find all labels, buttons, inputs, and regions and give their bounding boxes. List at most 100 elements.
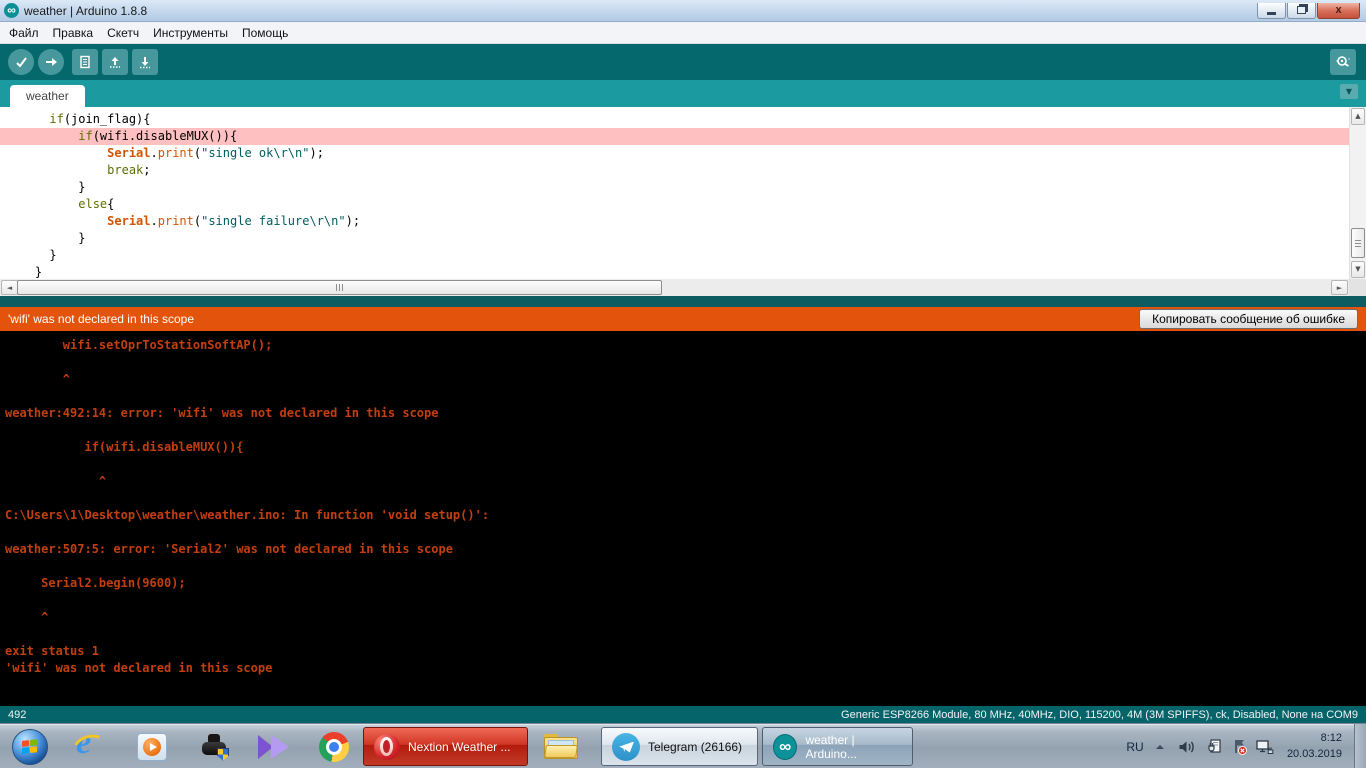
arduino-app-icon: ∞	[4, 3, 19, 18]
tab-weather[interactable]: weather	[10, 85, 85, 107]
minimize-button[interactable]	[1257, 2, 1286, 19]
restore-button[interactable]	[1287, 2, 1316, 19]
media-player-icon	[137, 732, 167, 761]
new-sketch-button[interactable]	[72, 49, 98, 75]
copy-error-button[interactable]: Копировать сообщение об ошибке	[1139, 309, 1358, 329]
tab-list-dropdown-button[interactable]: ▼	[1340, 84, 1358, 99]
taskbar-button-label: Nextion Weather ...	[408, 739, 511, 754]
code-editor[interactable]: if(join_flag){ if(wifi.disableMUX()){ Se…	[0, 107, 1366, 279]
menu-tools[interactable]: Инструменты	[146, 24, 235, 42]
flag-error-icon	[1235, 739, 1247, 755]
uac-shield-icon	[217, 747, 229, 761]
taskbar-kmplayer[interactable]	[255, 724, 293, 768]
verify-button[interactable]	[8, 49, 34, 75]
compiler-console: wifi.setOprToStationSoftAP(); ^ weather:…	[0, 331, 1366, 706]
code-lines: if(join_flag){ if(wifi.disableMUX()){ Se…	[0, 111, 1349, 281]
new-document-icon	[80, 55, 90, 69]
scroll-right-arrow[interactable]: ►	[1331, 280, 1348, 295]
clock-date: 20.03.2019	[1286, 748, 1342, 760]
v-scroll-thumb[interactable]	[1351, 228, 1365, 258]
scroll-left-arrow[interactable]: ◄	[1, 280, 18, 295]
code-line: break;	[107, 163, 151, 177]
code-line-error-highlight: if(wifi.disableMUX()){	[0, 128, 1349, 145]
menu-edit[interactable]: Правка	[46, 24, 101, 42]
speaker-icon	[1179, 741, 1194, 752]
tray-clock[interactable]: 8:12 20.03.2019	[1287, 730, 1342, 762]
taskbar-media-player[interactable]	[134, 724, 170, 768]
toolbar	[0, 44, 1366, 80]
scrollbar-corner	[1349, 279, 1366, 296]
menu-help[interactable]: Помощь	[235, 24, 295, 42]
paper-plane-icon	[619, 741, 634, 753]
serial-monitor-button[interactable]	[1330, 49, 1356, 75]
scroll-down-arrow[interactable]: ▼	[1351, 261, 1365, 278]
play-icon	[149, 742, 157, 751]
windows-orb-icon	[12, 728, 48, 765]
status-bar: 492 Generic ESP8266 Module, 80 MHz, 40MH…	[0, 706, 1366, 723]
taskbar-explorer[interactable]	[540, 724, 582, 768]
scroll-up-arrow[interactable]: ▲	[1351, 108, 1365, 125]
language-indicator[interactable]: RU	[1122, 724, 1148, 768]
hidden-icons-button[interactable]	[1150, 724, 1170, 768]
taskbar-button-telegram[interactable]: Telegram (26166)	[601, 727, 758, 766]
start-button[interactable]	[8, 724, 52, 768]
check-icon	[16, 57, 27, 68]
window-title: weather | Arduino 1.8.8	[24, 3, 148, 18]
down-arrow-icon	[140, 57, 150, 69]
taskbar-internet-explorer[interactable]: e	[68, 724, 112, 768]
open-button[interactable]	[102, 49, 128, 75]
device-driver-icon	[201, 733, 229, 761]
title-bar: ∞ weather | Arduino 1.8.8 x	[0, 0, 1366, 22]
up-arrow-icon	[1156, 744, 1164, 749]
minimize-icon	[1267, 11, 1276, 15]
close-button[interactable]: x	[1317, 2, 1360, 19]
serial-monitor-magnifier-icon	[1336, 56, 1350, 67]
screen: ∞ weather | Arduino 1.8.8 x Файл Правка …	[0, 0, 1366, 768]
error-banner: 'wifi' was not declared in this scope Ко…	[0, 307, 1366, 331]
restore-icon	[1297, 6, 1306, 14]
code-line: }	[6, 231, 86, 245]
line-number: 492	[8, 708, 27, 721]
volume-tray-icon[interactable]	[1174, 724, 1198, 768]
tab-label: weather	[26, 89, 69, 103]
menu-sketch[interactable]: Скетч	[100, 24, 146, 42]
clock-time: 8:12	[1320, 732, 1342, 744]
thumb-grip	[1355, 239, 1361, 247]
taskbar-chrome[interactable]	[316, 724, 352, 768]
horizontal-scrollbar[interactable]: ◄ ►	[0, 279, 1366, 296]
h-scroll-thumb[interactable]	[17, 280, 662, 295]
menu-bar: Файл Правка Скетч Инструменты Помощь	[0, 22, 1366, 44]
upload-button[interactable]	[38, 49, 64, 75]
error-message: 'wifi' was not declared in this scope	[8, 312, 195, 326]
menu-file[interactable]: Файл	[2, 24, 46, 42]
folder-icon	[544, 733, 578, 760]
internet-explorer-icon: e	[68, 724, 112, 768]
arduino-infinity-icon: ∞	[773, 733, 798, 760]
chrome-icon	[319, 731, 349, 762]
save-button[interactable]	[132, 49, 158, 75]
up-arrow-icon	[110, 57, 120, 68]
code-line: Serial.print("single ok\r\n");	[107, 146, 324, 160]
network-status-icon	[1256, 739, 1274, 754]
safely-remove-tray-icon[interactable]	[1202, 724, 1226, 768]
thumb-grip	[336, 284, 344, 291]
network-tray-icon[interactable]	[1252, 724, 1278, 768]
taskbar-button-nextion-weather[interactable]: Nextion Weather ...	[363, 727, 528, 766]
editor-console-splitter[interactable]	[0, 296, 1366, 307]
taskbar-device-app[interactable]	[196, 724, 232, 768]
opera-icon	[374, 733, 400, 760]
vertical-scrollbar[interactable]: ▲ ▼	[1349, 107, 1366, 279]
show-desktop-button[interactable]	[1354, 724, 1366, 768]
code-line: Serial.print("single failure\r\n");	[107, 214, 361, 228]
action-center-tray-icon[interactable]	[1228, 724, 1252, 768]
arrow-right-icon	[46, 58, 57, 66]
remove-hardware-plug-icon	[1208, 738, 1221, 753]
code-line: }	[6, 180, 86, 194]
code-line: }	[6, 248, 57, 262]
code-line: else{	[78, 197, 115, 211]
telegram-icon	[612, 732, 640, 761]
taskbar-button-arduino[interactable]: ∞ weather | Arduino...	[762, 727, 913, 766]
tab-strip: weather ▼	[0, 80, 1366, 107]
windows-flag-icon	[22, 738, 38, 755]
kmplayer-icon	[258, 733, 290, 761]
